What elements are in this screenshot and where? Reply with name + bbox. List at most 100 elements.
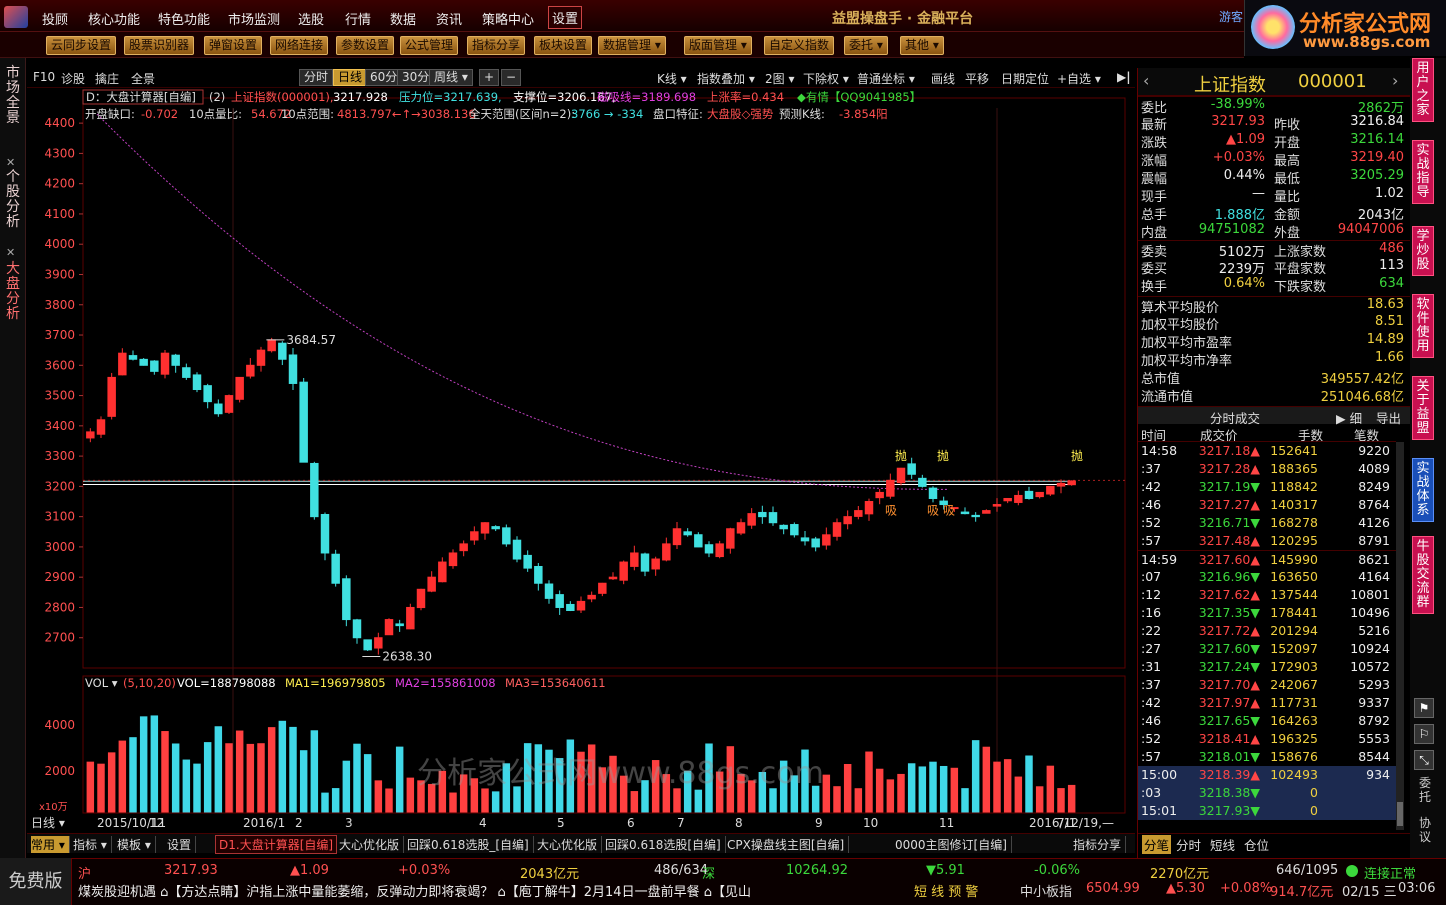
chart-link-3[interactable]: 全景 [131, 70, 155, 87]
toolbar-button-9[interactable]: 版面管理 ▾ [684, 36, 752, 55]
chart-option-1[interactable]: 指数叠加 ▾ [697, 70, 755, 87]
tab-market-analysis[interactable]: 大盘分析 [2, 262, 24, 322]
ticks-scrollbar[interactable] [1396, 442, 1404, 830]
volume-bar [321, 792, 329, 813]
chart-option-6[interactable]: 平移 [965, 70, 989, 87]
tick-row: :52 3216.71▼ 168278 4126 [1138, 514, 1396, 532]
side-button-1[interactable]: 实战指导 [1412, 140, 1434, 204]
side-button-4[interactable]: 关于益盟 [1412, 376, 1434, 440]
toolbar-button-7[interactable]: 板块设置 [534, 36, 593, 55]
chart-option-0[interactable]: K线 ▾ [657, 70, 687, 87]
quote-tab-0[interactable]: 分笔 [1142, 835, 1172, 854]
chart-link-1[interactable]: 诊股 [61, 70, 85, 87]
status-sh_amt: 2043亿元 [520, 867, 580, 882]
quote-tab-3[interactable]: 仓位 [1244, 835, 1269, 854]
menu-item-8[interactable]: 策略中心 [482, 9, 534, 28]
indicator-tab-6[interactable]: 回踩0.618选股_[自编] [407, 836, 534, 853]
side-button-5[interactable]: 实战体系 [1412, 458, 1434, 522]
stats-value: 18.63 [1366, 297, 1404, 312]
quote-tab-1[interactable]: 分时 [1176, 835, 1201, 854]
menu-item-4[interactable]: 选股 [298, 9, 324, 28]
period-tab-4[interactable]: 周线 ▾ [429, 69, 473, 86]
candle-body [310, 462, 319, 518]
indicator-tab-8[interactable]: 回踩0.618选股[自编] [605, 836, 726, 853]
toolbar-button-6[interactable]: 指标分享 [467, 36, 526, 55]
side-button-2[interactable]: 学炒股 [1412, 226, 1434, 276]
toolbar-button-2[interactable]: 弹窗设置 [204, 36, 263, 55]
menu-item-6[interactable]: 数据 [390, 9, 416, 28]
toolbar-button-0[interactable]: 云同步设置 [46, 36, 117, 55]
side-button-0[interactable]: 用户之家 [1412, 58, 1434, 122]
prev-stock-icon[interactable]: ‹ [1143, 71, 1149, 90]
x-axis-label: 7/1 [1057, 816, 1076, 830]
toolbar-button-8[interactable]: 数据管理 ▾ [598, 36, 666, 55]
tab-market-overview[interactable]: 市场全景 [2, 66, 24, 126]
tab-stock-analysis[interactable]: 个股分析 [2, 170, 24, 230]
collapse-icon[interactable]: ▶| [1117, 70, 1131, 84]
candle-body [790, 524, 799, 536]
next-stock-icon[interactable]: › [1392, 71, 1398, 90]
toolbar-button-12[interactable]: 其他 ▾ [900, 36, 944, 55]
indicator-tab-4[interactable]: D1.大盘计算器[自编] [215, 835, 338, 854]
menu-item-7[interactable]: 资讯 [436, 9, 462, 28]
menu-item-3[interactable]: 市场监测 [228, 9, 280, 28]
indicator-tab-11[interactable]: 指标分享 [1073, 836, 1127, 853]
zoom-in-icon[interactable]: + [479, 69, 500, 86]
toolbar-button-11[interactable]: 委托 ▾ [844, 36, 888, 55]
chart-option-3[interactable]: 下除权 ▾ [803, 70, 849, 87]
toolbar-button-4[interactable]: 参数设置 [336, 36, 395, 55]
indicator-tab-0[interactable]: 常用 ▾ [31, 836, 70, 853]
indicator-tab-1[interactable]: 指标 ▾ [73, 836, 112, 853]
chart-option-2[interactable]: 2图 ▾ [765, 70, 794, 87]
candle-body [1035, 491, 1044, 498]
chart-link-0[interactable]: F10 [33, 70, 55, 84]
indicator-tab-5[interactable]: 大心优化版 [339, 836, 405, 853]
menu-item-0[interactable]: 投顾 [42, 9, 68, 28]
stats-label: 加权平均市净率 [1141, 354, 1233, 369]
side-link-1[interactable]: 协议 [1414, 816, 1436, 844]
menu-item-1[interactable]: 核心功能 [88, 9, 140, 28]
side-button-6[interactable]: 牛股交流群 [1412, 536, 1434, 614]
vol-unit: x10万 [39, 802, 68, 813]
close-icon[interactable]: ✕ [6, 156, 15, 169]
indicator-tab-9[interactable]: CPX操盘线主图[自编] [727, 836, 850, 853]
volume-bar [886, 779, 895, 813]
side-tool-icon[interactable]: ⤡ [1414, 750, 1434, 770]
toolbar-button-10[interactable]: 自定义指数 [764, 36, 835, 55]
toolbar-button-1[interactable]: 股票识别器 [124, 36, 195, 55]
side-tool-icon[interactable]: ⚑ [1414, 698, 1434, 718]
chart-option-5[interactable]: 画线 [931, 70, 955, 87]
candle-body [1056, 482, 1066, 487]
period-tab-0[interactable]: 分时 [299, 69, 334, 86]
status-news[interactable]: 煤炭股迎机遇 ⌂【方达点睛】沪指上涨中量能萎缩，反弹动力即将衰竭？ ⌂【庖丁解牛… [78, 881, 751, 900]
indicator-tab-2[interactable]: 模板 ▾ [117, 836, 156, 853]
menu-item-2[interactable]: 特色功能 [158, 9, 210, 28]
side-tool-icon[interactable]: ⚐ [1414, 724, 1434, 744]
toolbar-button-3[interactable]: 网络连接 [270, 36, 329, 55]
menu-item-9[interactable]: 设置 [548, 6, 583, 29]
zoom-out-icon[interactable]: − [501, 69, 522, 86]
toolbar-button-5[interactable]: 公式管理 [400, 36, 459, 55]
close-icon[interactable]: ✕ [6, 246, 15, 259]
tick-volume: 164263 [1270, 713, 1318, 728]
indicator-tab-3[interactable]: 设置 [167, 836, 197, 853]
chart-option-8[interactable]: +自选 ▾ [1057, 70, 1101, 87]
side-link-0[interactable]: 委托 [1414, 776, 1436, 804]
chart-link-2[interactable]: 擒庄 [95, 70, 119, 87]
vol-ma3: MA3=153640611 [505, 676, 606, 690]
chart-option-4[interactable]: 普通坐标 ▾ [857, 70, 915, 87]
chart-option-7[interactable]: 日期定位 [1001, 70, 1049, 87]
tick-row: :46 3217.65▼ 164263 8792 [1138, 712, 1396, 730]
quote-row: 总手 1.888亿 金额 2043亿 [1138, 204, 1410, 223]
scrollbar-thumb[interactable] [1397, 802, 1403, 826]
indicator-tab-10[interactable]: 0000主图修订[自编] [895, 836, 1012, 853]
tick-volume: 152097 [1270, 641, 1318, 656]
status-conn[interactable]: 连接正常 [1364, 863, 1416, 882]
quote-tab-2[interactable]: 短线 [1210, 835, 1235, 854]
indicator-tab-7[interactable]: 大心优化版 [537, 836, 603, 853]
guest-label[interactable]: 游客 [1219, 8, 1243, 25]
menu-item-5[interactable]: 行情 [345, 9, 371, 28]
period-tab-1[interactable]: 日线 [333, 69, 368, 86]
kline-chart[interactable]: D：大盘计算器[自编] (2) 上证指数(000001), 3217.928 压力位=3… [27, 88, 1135, 833]
side-button-3[interactable]: 软件使用 [1412, 294, 1434, 358]
